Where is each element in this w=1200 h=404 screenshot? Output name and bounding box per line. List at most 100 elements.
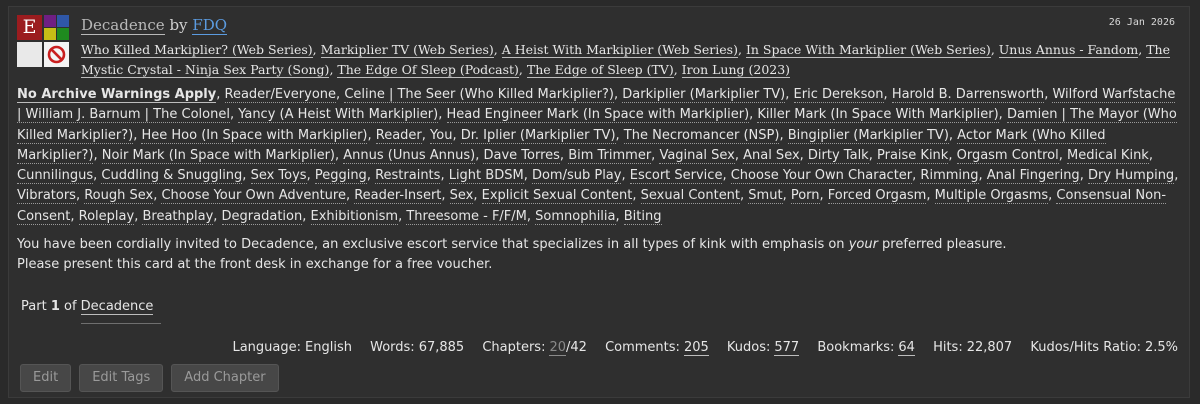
tag-link[interactable]: Choose Your Own Character (730, 168, 913, 185)
stat-bookmarks: Bookmarks: 64 (817, 340, 915, 356)
tag-link[interactable]: Rimming (920, 168, 979, 185)
work-stats: Language: English Words: 67,885 Chapters: 2… (218, 340, 1178, 356)
tag-link[interactable]: Orgasm Control (956, 147, 1059, 164)
tag-link[interactable]: Killer Mark (In Space With Markiplier) (757, 107, 999, 124)
category-quadrant (44, 15, 56, 27)
tag-link[interactable]: Head Engineer Mark (In Space with Markip… (446, 107, 750, 124)
chapters-current-link[interactable]: 20 (549, 340, 567, 356)
tag-link[interactable]: Multiple Orgasms (934, 188, 1049, 205)
fandom-link[interactable]: Markiplier TV (Web Series) (320, 42, 494, 58)
summary: You have been cordially invited to Decad… (17, 235, 1177, 275)
tag-link[interactable]: Vibrators (17, 188, 76, 205)
warnings-icon[interactable] (17, 42, 42, 67)
tag-link[interactable]: Somnophilia (535, 208, 616, 225)
stat-kudos-hits-ratio: Kudos/Hits Ratio: 2.5% (1030, 340, 1178, 355)
tag-link[interactable]: Rough Sex (84, 188, 154, 205)
tag-link[interactable]: Breathplay (142, 208, 214, 225)
tag-link[interactable]: Celine | The Seer (Who Killed Markiplier… (344, 87, 614, 103)
add-chapter-button[interactable]: Add Chapter (171, 364, 279, 392)
category-quadrant (57, 15, 69, 27)
tag-link[interactable]: Light BDSM (448, 168, 524, 185)
tag-link[interactable]: Cunnilingus (17, 168, 94, 185)
tag-link[interactable]: Bim Trimmer (568, 147, 652, 164)
work-title-link[interactable]: Decadence (81, 16, 165, 35)
required-tags: E (17, 15, 69, 67)
tag-link[interactable]: Annus (Unus Annus) (343, 147, 476, 164)
edit-tags-button[interactable]: Edit Tags (79, 364, 164, 392)
tag-link[interactable]: Darkiplier (Markiplier TV) (622, 87, 786, 103)
tag-link[interactable]: The Necromancer (NSP) (623, 127, 780, 144)
tag-link[interactable]: Eric Derekson (793, 87, 884, 103)
action-buttons: Edit Edit Tags Add Chapter (20, 364, 279, 392)
tag-link[interactable]: Yancy (A Heist With Markiplier) (238, 107, 439, 124)
tag-link[interactable]: Exhibitionism (310, 208, 399, 225)
tag-link[interactable]: Reader (375, 127, 422, 144)
tag-link[interactable]: Dom/sub Play (531, 168, 622, 185)
tag-link[interactable]: Noir Mark (In Space with Markiplier) (101, 147, 335, 164)
tag-link[interactable]: Porn (790, 188, 820, 205)
date-stamp: 26 Jan 2026 (1108, 17, 1175, 28)
tag-link[interactable]: Restraints (375, 168, 441, 185)
fandom-link[interactable]: Unus Annus - Fandom (998, 42, 1139, 58)
tag-link[interactable]: Hee Hoo (In Space with Markiplier) (141, 127, 368, 144)
kudos-link[interactable]: 577 (774, 340, 800, 356)
tag-link[interactable]: Pegging (314, 168, 367, 185)
fandom-link[interactable]: Iron Lung (2023) (681, 62, 791, 78)
tag-link[interactable]: Bingiplier (Markiplier TV) (787, 127, 949, 144)
tag-link[interactable]: Explicit Sexual Content (481, 188, 633, 205)
tag-link[interactable]: Sex Toys (250, 168, 307, 185)
tag-link[interactable]: Smut (748, 188, 783, 205)
summary-line: Please present this card at the front de… (17, 257, 493, 272)
bookmarks-link[interactable]: 64 (898, 340, 915, 356)
tag-link[interactable]: Praise Kink (876, 147, 949, 164)
series-info: Part 1 of Decadence (21, 299, 161, 324)
tag-link[interactable]: Dry Humping (1087, 168, 1175, 185)
tag-link[interactable]: Dr. Iplier (Markiplier TV) (460, 127, 616, 144)
author-link[interactable]: FDQ (192, 16, 228, 35)
tag-link[interactable]: Vaginal Sex (659, 147, 735, 164)
tag-link[interactable]: Reader-Insert (354, 188, 442, 205)
stat-kudos: Kudos: 577 (726, 340, 800, 356)
rating-explicit-icon[interactable]: E (17, 15, 42, 40)
tag-link[interactable]: Sexual Content (640, 188, 741, 205)
tag-link[interactable]: Biting (623, 208, 662, 225)
tag-link[interactable]: Anal Sex (743, 147, 800, 164)
work-heading: Decadence by FDQ (81, 16, 228, 35)
tag-link[interactable]: Medical Kink (1067, 147, 1149, 164)
tag-link[interactable]: Reader/Everyone (224, 87, 337, 103)
tag-link[interactable]: Anal Fingering (986, 168, 1080, 185)
fandom-link[interactable]: Who Killed Markiplier? (Web Series) (81, 42, 313, 58)
divider (81, 323, 161, 324)
edit-button[interactable]: Edit (20, 364, 72, 392)
tag-link[interactable]: Sex (449, 188, 474, 205)
stat-chapters: Chapters: 20/42 (482, 340, 587, 356)
stat-words: Words: 67,885 (370, 340, 465, 355)
tag-link[interactable]: Harold B. Darrensworth (891, 87, 1045, 103)
tag-link[interactable]: Choose Your Own Adventure (161, 188, 346, 205)
tag-link[interactable]: Dirty Talk (807, 147, 869, 164)
tag-link[interactable]: Degradation (221, 208, 303, 225)
category-quadrant (44, 28, 56, 40)
fandom-link[interactable]: The Edge Of Sleep (Podcast) (337, 62, 519, 78)
fandom-link[interactable]: The Edge of Sleep (TV) (526, 62, 674, 78)
series-link[interactable]: Decadence (80, 299, 154, 315)
tag-link[interactable]: Threesome - F/F/M (406, 208, 527, 225)
fandom-link[interactable]: A Heist With Markiplier (Web Series) (501, 42, 738, 58)
tag-link[interactable]: Cuddling & Snuggling (101, 168, 243, 185)
no-circle-icon[interactable] (44, 42, 69, 67)
tag-link[interactable]: Dave Torres (483, 147, 560, 164)
warning-tag[interactable]: No Archive Warnings Apply (17, 87, 217, 103)
comments-link[interactable]: 205 (683, 340, 709, 356)
tag-link[interactable]: You (430, 127, 453, 144)
fandom-list: Who Killed Markiplier? (Web Series), Mar… (81, 42, 1171, 78)
category-multi-icon[interactable] (44, 15, 69, 40)
fandom-link[interactable]: In Space With Markiplier (Web Series) (745, 42, 991, 58)
stat-comments: Comments: 205 (605, 340, 709, 356)
work-blurb: E Decadence by FDQ 26 Jan 2026 Who Kille… (8, 6, 1190, 398)
tag-link[interactable]: Escort Service (629, 168, 723, 185)
stat-hits: Hits: 22,807 (933, 340, 1013, 355)
tag-link[interactable]: Roleplay (78, 208, 135, 225)
category-quadrant (57, 28, 69, 40)
stat-language: Language: English (232, 340, 352, 355)
tag-link[interactable]: Forced Orgasm (827, 188, 927, 205)
